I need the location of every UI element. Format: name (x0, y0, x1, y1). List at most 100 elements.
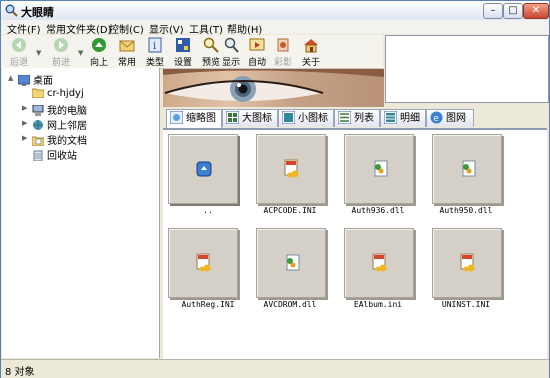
thumbnail-tile[interactable] (168, 228, 238, 298)
tab-large-icons[interactable]: 大图标 (222, 109, 278, 127)
tab-small-icons-label: 小图标 (298, 113, 328, 124)
tab-list[interactable]: 列表 (334, 109, 380, 127)
web-browser-icon: e (430, 111, 443, 124)
tree-label-recycle-bin: 回收站 (47, 151, 77, 162)
desktop-icon (18, 75, 30, 86)
file-name[interactable]: UNINST.INI (421, 300, 511, 309)
tree-label-my-documents: 我的文档 (47, 136, 87, 147)
svg-text:i: i (153, 41, 156, 52)
forward-button[interactable]: 前进 (47, 37, 75, 68)
file-name[interactable]: Auth950.dll (421, 206, 511, 215)
tree-item-folder[interactable]: cr-hjdyj (32, 87, 84, 99)
back-button[interactable]: 后退 (5, 37, 33, 68)
display-label: 显示 (221, 58, 240, 68)
tree-item-my-documents[interactable]: 我的文档 (32, 132, 87, 147)
ini-file-icon (460, 253, 475, 272)
tree-item-network[interactable]: 网上邻居 (32, 117, 87, 132)
menu-view[interactable]: 显示(V) (149, 21, 184, 36)
thumbnail-tile[interactable] (344, 134, 414, 204)
settings-button[interactable]: 设置 (169, 37, 197, 68)
display-magnifier-icon (224, 37, 239, 53)
ini-file-icon (284, 159, 299, 178)
file-name[interactable]: Auth936.dll (333, 206, 423, 215)
tab-web[interactable]: e 图网 (426, 109, 474, 127)
tree-label-network: 网上邻居 (47, 121, 87, 132)
status-bar: 8 对象 (1, 359, 549, 378)
thumbnail-tile[interactable] (256, 134, 326, 204)
file-name[interactable]: AuthReg.INI (163, 300, 253, 309)
tab-web-label: 图网 (446, 113, 466, 124)
folder-tree[interactable]: ▲ 桌面 cr-hjdyj ▶ 我的电脑 ▶ 网上邻居 ▶ 我的文档 回收站 (2, 68, 160, 358)
recycle-bin-icon (33, 150, 43, 161)
expand-my-computer-icon[interactable]: ▶ (22, 104, 27, 112)
common-label: 常用 (117, 58, 136, 68)
thumbnail-tile[interactable] (432, 228, 502, 298)
tree-label-folder: cr-hjdyj (47, 88, 84, 99)
color-label: 彩影 (273, 58, 292, 68)
folder-icon (32, 88, 44, 98)
menu-help[interactable]: 帮助(H) (227, 21, 262, 36)
collapse-desktop-icon[interactable]: ▲ (8, 74, 13, 82)
file-name[interactable]: EAlbum.ini (333, 300, 423, 309)
file-name[interactable]: AVCDROM.dll (245, 300, 335, 309)
back-dropdown-icon[interactable]: ▼ (36, 49, 41, 57)
maximize-button[interactable]: □ (503, 3, 523, 19)
auto-label: 自动 (247, 58, 266, 68)
title-bar[interactable]: 大眼睛 – □ ✕ (1, 1, 549, 21)
tab-list-label: 列表 (354, 113, 374, 124)
thumbnail-tile[interactable] (344, 228, 414, 298)
window-title: 大眼睛 (21, 6, 54, 19)
menu-file[interactable]: 文件(F) (7, 21, 41, 36)
file-name[interactable]: .. (163, 206, 253, 215)
up-arrow-icon (92, 38, 106, 52)
thumbnail-tile[interactable] (432, 134, 502, 204)
svg-text:e: e (433, 114, 439, 124)
ini-file-icon (372, 253, 387, 272)
tree-item-desktop[interactable]: 桌面 (18, 72, 53, 87)
thumbnail-grid: .. ACPCODE.INI Auth936.dll Auth950.dll A… (163, 129, 547, 360)
dll-file-icon (462, 160, 476, 177)
envelope-icon (119, 40, 135, 52)
tab-thumbnails[interactable]: 缩略图 (166, 109, 222, 128)
large-icons-view-icon (226, 111, 239, 124)
menu-bar: 文件(F) 常用文件夹(D) 控制(C) 显示(V) 工具(T) 帮助(H) (1, 20, 549, 36)
forward-dropdown-icon[interactable]: ▼ (78, 49, 83, 57)
auto-button[interactable]: 自动 (243, 37, 271, 68)
menu-tools[interactable]: 工具(T) (189, 21, 223, 36)
menu-common-folders[interactable]: 常用文件夹(D) (46, 21, 112, 36)
close-button[interactable]: ✕ (523, 3, 549, 19)
tree-item-recycle-bin[interactable]: 回收站 (32, 147, 77, 162)
expand-network-icon[interactable]: ▶ (22, 119, 27, 127)
about-label: 关于 (301, 58, 320, 68)
thumbnail-tile[interactable] (168, 134, 238, 204)
tree-item-my-computer[interactable]: 我的电脑 (32, 102, 87, 117)
details-view-icon (384, 111, 397, 124)
color-button[interactable]: 彩影 (269, 37, 297, 68)
settings-grid-icon (176, 38, 190, 52)
app-window: 大眼睛 – □ ✕ 文件(F) 常用文件夹(D) 控制(C) 显示(V) 工具(… (0, 0, 550, 378)
menu-control[interactable]: 控制(C) (109, 21, 144, 36)
back-arrow-icon (12, 38, 26, 52)
common-button[interactable]: 常用 (113, 37, 141, 68)
tab-small-icons[interactable]: 小图标 (278, 109, 334, 127)
thumbnail-tile[interactable] (256, 228, 326, 298)
forward-arrow-icon (54, 38, 68, 52)
up-label: 向上 (89, 58, 108, 68)
tab-details[interactable]: 明细 (380, 109, 426, 127)
minimize-button[interactable]: – (483, 3, 503, 19)
tab-thumbnails-label: 缩略图 (186, 113, 216, 124)
network-icon (33, 120, 43, 130)
expand-documents-icon[interactable]: ▶ (22, 134, 27, 142)
tab-details-label: 明细 (400, 113, 420, 124)
color-palette-icon (277, 38, 289, 52)
file-name[interactable]: ACPCODE.INI (245, 206, 335, 215)
type-label: 类型 (145, 58, 164, 68)
ini-file-icon (196, 253, 211, 272)
about-button[interactable]: 关于 (297, 37, 325, 68)
up-button[interactable]: 向上 (85, 37, 113, 68)
small-icons-view-icon (282, 111, 295, 124)
display-button[interactable]: 显示 (217, 37, 245, 68)
tree-label-my-computer: 我的电脑 (47, 106, 87, 117)
type-button[interactable]: i 类型 (141, 37, 169, 68)
info-document-icon: i (148, 37, 162, 53)
